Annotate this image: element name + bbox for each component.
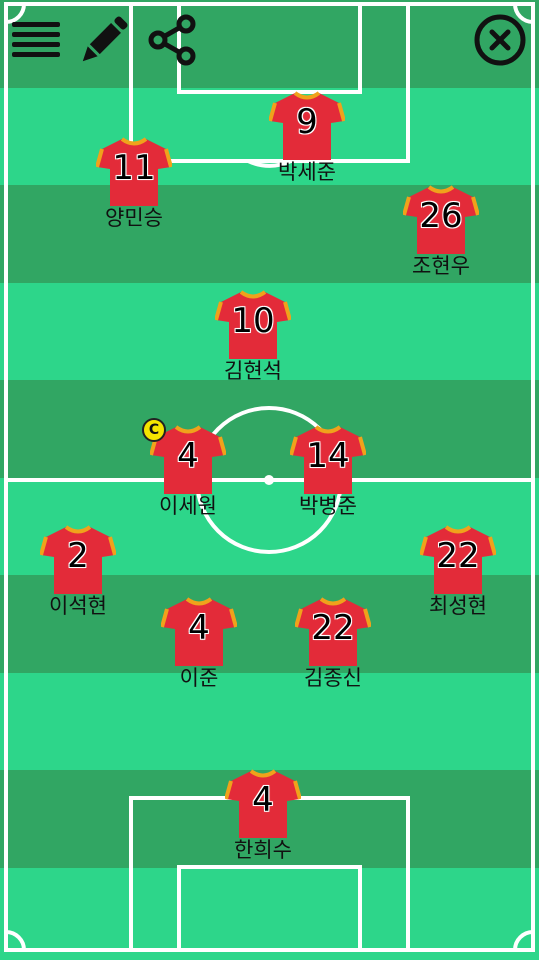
- player-22-center[interactable]: 22 김종신: [283, 596, 383, 692]
- shirt-number: 10: [231, 301, 275, 341]
- player-4-defender[interactable]: 4 이준: [149, 596, 249, 692]
- player-26[interactable]: 26 조현우: [391, 184, 491, 280]
- shirt-number: 4: [188, 608, 210, 648]
- edit-button[interactable]: [76, 12, 132, 68]
- share-button[interactable]: [144, 12, 200, 68]
- menu-button[interactable]: [8, 12, 64, 68]
- player-22-right[interactable]: 22 최성현: [408, 524, 508, 620]
- shirt-number: 11: [112, 148, 156, 188]
- close-button[interactable]: [472, 12, 528, 68]
- captain-badge: C: [142, 418, 166, 442]
- share-icon: [148, 14, 196, 66]
- player-14[interactable]: 14 박병준: [278, 424, 378, 520]
- shirt-number: 4: [252, 780, 274, 820]
- pencil-icon: [82, 16, 128, 62]
- player-4-goalkeeper[interactable]: 4 한희수: [213, 768, 313, 864]
- shirt-number: 22: [436, 536, 480, 576]
- shirt-number: 22: [311, 608, 355, 648]
- player-10[interactable]: 10 김현석: [203, 289, 303, 385]
- shirt-number: 4: [177, 436, 199, 476]
- player-2[interactable]: 2 이석현: [28, 524, 128, 620]
- close-circle-icon: [474, 14, 526, 66]
- player-11[interactable]: 11 양민승: [84, 136, 184, 232]
- player-4-captain[interactable]: 4 C 이세원: [138, 418, 238, 520]
- shirt-number: 9: [296, 102, 318, 142]
- shirt-number: 2: [67, 536, 89, 576]
- player-9[interactable]: 9 박세준: [257, 90, 357, 186]
- shirt-number: 14: [306, 436, 350, 476]
- shirt-number: 26: [419, 196, 463, 236]
- hamburger-menu-icon: [12, 22, 60, 57]
